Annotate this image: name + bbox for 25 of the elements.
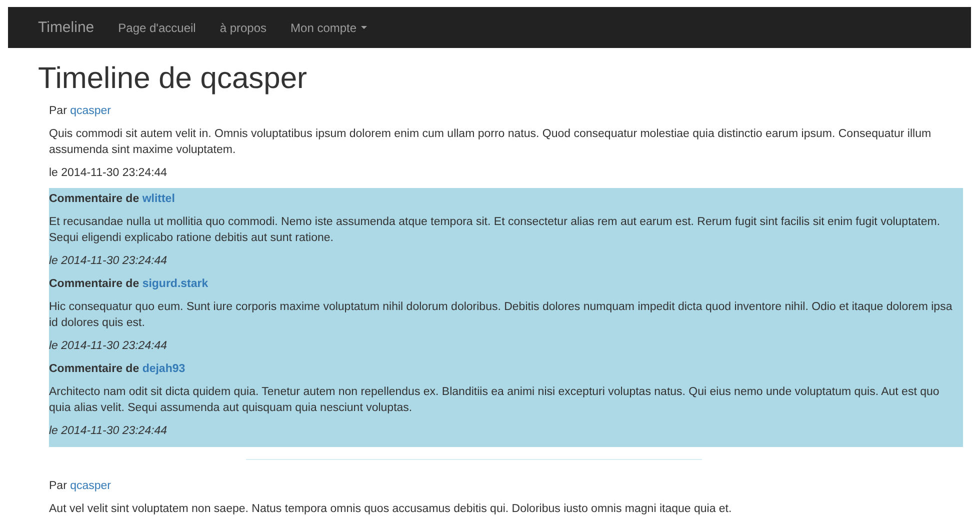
account-dropdown[interactable]: Mon compte [290, 20, 367, 34]
comment-author: Commentaire de dejah93 [49, 362, 186, 377]
author-link[interactable]: sigurd.stark [142, 278, 208, 290]
nav-link[interactable]: à propos [220, 20, 267, 34]
comment-body: Et recusandae nulla ut mollitia quo commodi. Nemo iste assumenda atque tempora sit. Et consectetur alias rem aut earum est. Rerum fugit sint facilis sit enim fugit voluptatem. Sequi eligendi explicabo ratione debitis aut sunt ratione. [49, 215, 942, 246]
author-link[interactable]: dejah93 [142, 363, 186, 375]
comment-body: Architecto nam odit sit dicta quidem quia. Tenetur autem non repellendus ex. Blanditiis ea animi nisi excepturi voluptas natus. Qui eius nemo unde voluptatum quis. Aut est quo quia alias velit. Sequi assumenda aut quisquam quia nesciunt voluptas. [49, 385, 940, 416]
comment-date: le 2014-11-30 23:24:44 [49, 254, 168, 269]
post-body: Quis commodi sit autem velit in. Omnis voluptatibus ipsum dolorem enim cum ullam porro natus. Quod consequatur molestiae quia distinctio earum ipsum. Consequatur illum assumenda sint maxime voluptatem. [49, 127, 932, 158]
comment-author: Commentaire de sigurd.stark [49, 277, 210, 292]
post-author: Par qcasper [49, 479, 112, 494]
comment-body: Hic consequatur quo eum. Sunt iure corporis maxime voluptatum nihil dolorum doloribus. Debitis dolores numquam impedit dicta quod inventore nihil. Odio et itaque dolorem ipsa id dolores quis est. [49, 300, 953, 331]
page-title: Timeline de qcasper [38, 62, 308, 95]
nav-link[interactable]: Page d'accueil [118, 20, 196, 34]
comment-date: le 2014-11-30 23:24:44 [49, 339, 168, 354]
post-author: Par qcasper [49, 104, 112, 119]
comment-author: Commentaire de wlittel [49, 192, 176, 207]
author-link[interactable]: qcasper [70, 480, 112, 492]
caret-icon [360, 26, 367, 29]
comment-date: le 2014-11-30 23:24:44 [49, 424, 168, 439]
author-link[interactable]: wlittel [142, 193, 175, 205]
post-body: Aut vel velit sint voluptatem non saepe. Natus tempora omnis quos accusamus debitis qui. Doloribus iusto omnis magni itaque quia et. [49, 502, 733, 517]
brand-link[interactable]: Timeline [38, 19, 94, 36]
author-link[interactable]: qcasper [70, 105, 112, 117]
post-date: le 2014-11-30 23:24:44 [49, 166, 168, 181]
